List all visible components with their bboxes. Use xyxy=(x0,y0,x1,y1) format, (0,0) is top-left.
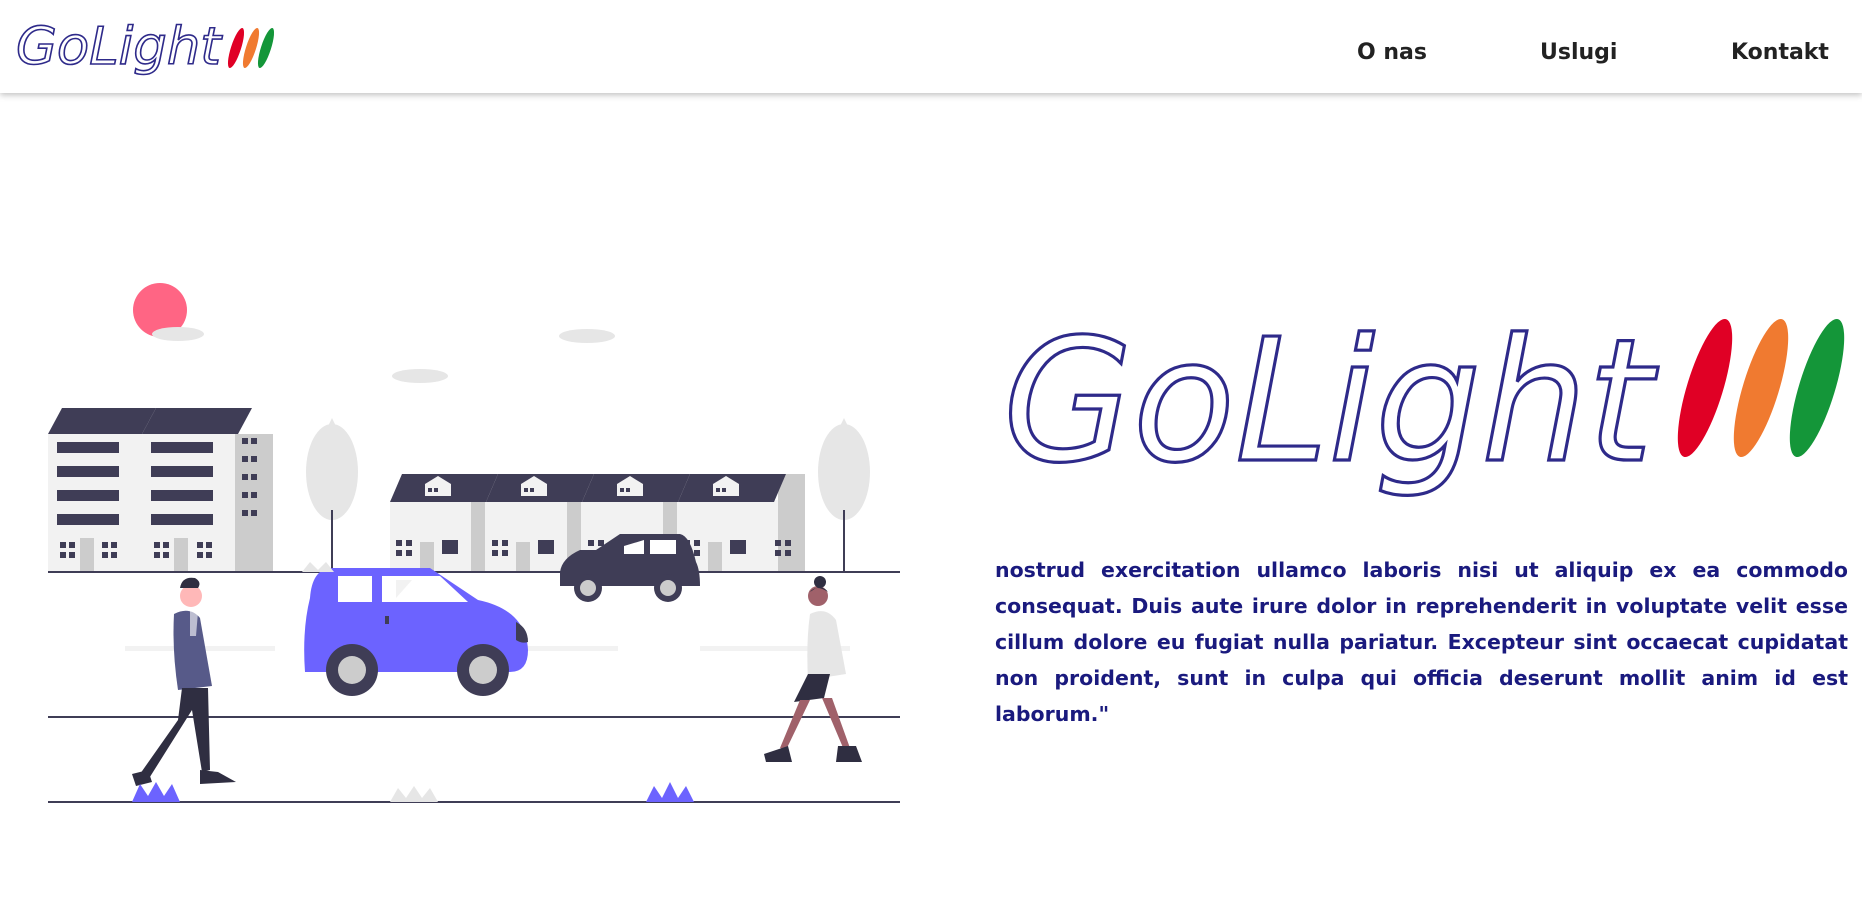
header-logo-text: GoLight xyxy=(16,17,223,77)
nav-item-uslugi[interactable]: Uslugi xyxy=(1540,40,1617,65)
walking-man xyxy=(132,577,236,786)
tree-left xyxy=(306,418,358,572)
hero-stripe-orange xyxy=(1733,318,1789,458)
hero-logo-text: GoLight xyxy=(1003,303,1658,501)
golight-logo[interactable]: GoLight xyxy=(14,14,284,84)
city-street-illustration xyxy=(48,283,900,803)
nav-item-kontakt[interactable]: Kontakt xyxy=(1731,40,1829,65)
hero-paragraph: nostrud exercitation ullamco laboris nis… xyxy=(995,558,1848,726)
hero-stripe-red xyxy=(1677,318,1733,458)
walking-woman xyxy=(764,576,862,762)
nav-item-o-nas[interactable]: O nas xyxy=(1357,40,1427,65)
apartment-building xyxy=(48,408,273,572)
purple-car xyxy=(304,568,528,696)
site-header: GoLight O nas Uslugi Kontakt xyxy=(0,0,1862,93)
hero-stripe-green xyxy=(1789,318,1845,458)
golight-hero-logo: GoLight xyxy=(1001,301,1845,503)
tree-right xyxy=(818,418,870,572)
clouds xyxy=(152,327,615,383)
